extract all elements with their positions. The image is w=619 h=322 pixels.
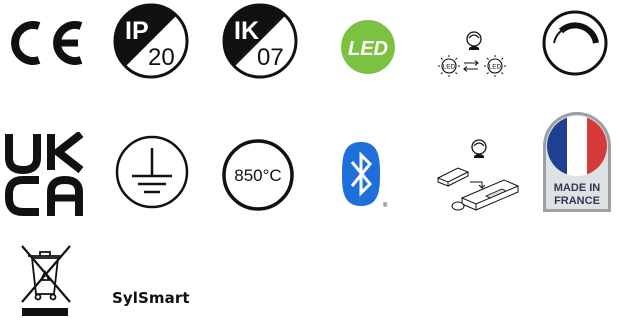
made-in-label: MADE IN <box>554 182 601 194</box>
driver-replace-icon <box>432 138 524 214</box>
dimmer-icon <box>541 9 609 77</box>
earth-ground-icon <box>114 134 190 210</box>
ce-mark-icon <box>6 18 86 68</box>
ik-code: IK <box>234 17 259 45</box>
france-label: FRANCE <box>554 195 600 207</box>
ip-value: 20 <box>148 44 175 71</box>
ukca-mark-icon <box>5 132 87 216</box>
ik-rating-icon: IK 07 <box>222 3 298 79</box>
led-label-a: LED <box>443 64 456 71</box>
sylsmart-logo-text: SylSmart <box>112 289 190 307</box>
led-icon: LED <box>340 19 396 75</box>
led-label: LED <box>348 38 388 60</box>
glow-wire-icon: 850°C <box>221 138 295 212</box>
replaceable-led-icon: LED LED <box>432 30 516 80</box>
ip-code: IP <box>125 17 149 45</box>
registered-mark: ® <box>383 202 388 209</box>
weee-bin-icon <box>18 242 74 318</box>
ip-rating-icon: IP 20 <box>113 3 189 79</box>
glow-wire-temp: 850°C <box>234 166 281 185</box>
made-in-france-badge: MADE IN FRANCE <box>540 110 614 214</box>
led-label-b: LED <box>489 64 502 71</box>
ik-value: 07 <box>257 44 284 71</box>
bluetooth-icon: ® <box>340 140 392 210</box>
